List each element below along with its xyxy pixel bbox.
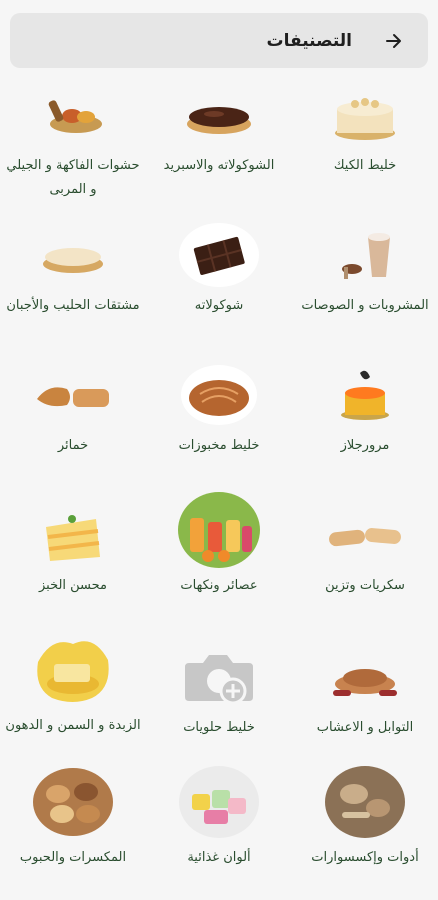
category-item[interactable]: المكسرات والحبوب xyxy=(0,764,146,870)
category-label: عصائر ونكهات xyxy=(180,578,258,593)
category-item[interactable]: مرورجلاز xyxy=(292,362,438,458)
spices-icon xyxy=(324,644,406,710)
category-label: خليط حلويات xyxy=(183,720,255,735)
juices-icon xyxy=(178,492,260,568)
category-item[interactable]: الشوكولاته والاسبريد xyxy=(146,82,292,178)
nuts-icon xyxy=(32,764,114,840)
dairy-tart-icon xyxy=(32,222,114,288)
category-item[interactable]: سكريات وتزين xyxy=(292,502,438,598)
drinks-icon xyxy=(324,222,406,288)
category-item[interactable]: محسن الخبز xyxy=(0,502,146,598)
mirror-glaze-cake-icon xyxy=(324,362,406,428)
tools-icon xyxy=(324,764,406,840)
category-label: ألوان غذائية xyxy=(187,850,251,865)
category-label: حشوات الفاكهة و الجيلي و المربى xyxy=(6,158,140,197)
back-button[interactable] xyxy=(380,27,408,55)
category-item[interactable]: خمائر xyxy=(0,362,146,458)
page-title: التصنيفات xyxy=(266,30,352,51)
add-image-placeholder-icon xyxy=(178,644,260,710)
sponge-fingers-icon xyxy=(324,502,406,568)
fruit-filling-icon xyxy=(32,82,114,148)
food-colors-icon xyxy=(178,764,260,840)
category-label: خليط مخبوزات xyxy=(178,438,260,453)
category-label: محسن الخبز xyxy=(38,578,108,593)
category-item[interactable]: ألوان غذائية xyxy=(146,764,292,870)
category-label: المكسرات والحبوب xyxy=(19,850,127,865)
category-label: خمائر xyxy=(57,438,89,453)
category-item[interactable]: شوكولاته xyxy=(146,222,292,318)
category-item[interactable]: الزبدة و السمن و الدهون xyxy=(0,632,146,738)
layer-cake-icon xyxy=(32,502,114,568)
category-label: سكريات وتزين xyxy=(325,578,405,593)
category-label: المشروبات و الصوصات xyxy=(301,298,429,313)
category-item[interactable]: عصائر ونكهات xyxy=(146,492,292,598)
category-item[interactable]: خليط الكيك xyxy=(292,82,438,178)
category-item[interactable]: المشروبات و الصوصات xyxy=(292,222,438,318)
category-label: أدوات وإكسسوارات xyxy=(311,850,419,865)
category-label: شوكولاته xyxy=(194,298,244,313)
category-label: مشتقات الحليب والأجبان xyxy=(6,298,140,313)
category-item[interactable]: حشوات الفاكهة و الجيلي و المربى xyxy=(0,82,146,202)
category-item[interactable]: مشتقات الحليب والأجبان xyxy=(0,222,146,318)
arrow-right-icon xyxy=(386,33,401,48)
category-label: الزبدة و السمن و الدهون xyxy=(5,718,141,733)
category-item[interactable]: أدوات وإكسسوارات xyxy=(292,764,438,870)
app-header: التصنيفات xyxy=(10,13,428,68)
category-item[interactable]: خليط مخبوزات xyxy=(146,362,292,458)
category-label: مرورجلاز xyxy=(340,438,390,453)
category-item[interactable]: التوابل و الاعشاب xyxy=(292,644,438,740)
category-label: الشوكولاته والاسبريد xyxy=(163,158,275,173)
chocolate-tart-icon xyxy=(178,82,260,148)
bread-loaf-icon xyxy=(178,362,260,428)
chocolate-bar-icon xyxy=(178,222,260,288)
cheesecake-icon xyxy=(324,82,406,148)
category-label: التوابل و الاعشاب xyxy=(316,720,414,735)
butter-icon xyxy=(32,632,114,708)
croissant-icon xyxy=(32,362,114,428)
category-label: خليط الكيك xyxy=(333,158,397,173)
category-item[interactable]: خليط حلويات xyxy=(146,644,292,740)
